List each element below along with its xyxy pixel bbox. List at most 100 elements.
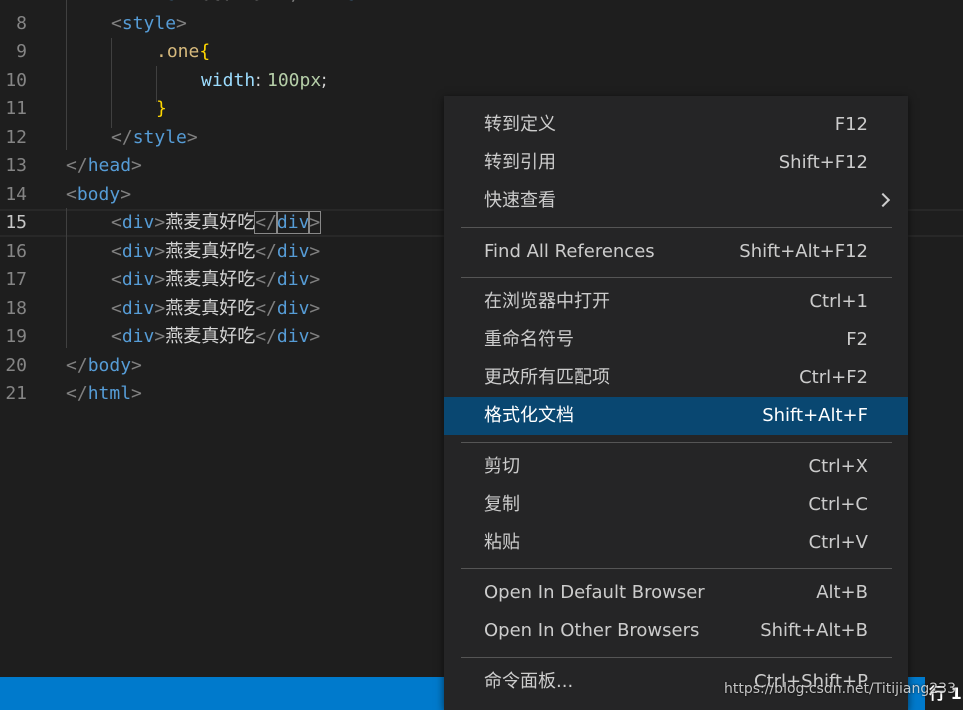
code-token: > [309, 240, 321, 262]
indent-guide [111, 38, 112, 128]
menu-item-shortcut: Shift+Alt+F12 [739, 240, 868, 262]
menu-separator [461, 441, 892, 443]
code-token: Document [187, 0, 280, 5]
code-token: > [309, 297, 321, 319]
code-token: </ [254, 211, 278, 234]
code-token: < [111, 297, 122, 319]
code-text: <div>燕麦真好吃</div> [111, 238, 320, 266]
line-number: 21 [5, 383, 27, 404]
code-token: : [255, 69, 267, 91]
code-token: div [276, 326, 310, 347]
menu-item-shortcut: Ctrl+V [808, 532, 868, 553]
line-number: 12 [5, 126, 27, 148]
menu-item-label: 在浏览器中打开 [484, 290, 610, 312]
indent-guide [66, 208, 67, 348]
code-token: < [111, 12, 122, 34]
menu-item[interactable]: Open In Other Browsers Shift+Alt+B [444, 612, 908, 650]
menu-item[interactable]: 格式化文档 Shift+Alt+F [444, 397, 908, 436]
code-token: </ [255, 297, 277, 319]
code-text: </html> [66, 380, 142, 408]
menu-item[interactable]: 复制 Ctrl+C [444, 486, 908, 524]
watermark: https://blog.csdn.net/Titijiang233 [724, 681, 956, 697]
line-number: 11 [5, 98, 27, 119]
line-number: 10 [5, 69, 27, 91]
code-text: <div>燕麦真好吃</div> [111, 295, 320, 323]
menu-item[interactable]: 在浏览器中打开 Ctrl+1 [444, 283, 908, 321]
line-number: 17 [5, 269, 27, 290]
menu-item-label: 更改所有匹配项 [484, 367, 610, 389]
line-number: 15 [5, 212, 27, 233]
code-token: </ [111, 126, 133, 148]
code-token: > [154, 269, 166, 290]
menu-item-shortcut: F12 [834, 114, 868, 135]
menu-item[interactable]: 快速查看 [444, 182, 908, 220]
menu-separator [461, 226, 892, 228]
menu-item[interactable]: 转到定义 F12 [444, 106, 908, 144]
code-token: < [66, 183, 77, 205]
code-token: div [276, 240, 310, 262]
code-line[interactable]: 10 width: 100px; [0, 67, 963, 95]
code-text: } [156, 95, 167, 123]
code-token: div [276, 297, 310, 319]
menu-item-shortcut: Shift+Alt+B [760, 620, 868, 642]
code-token: div [121, 269, 155, 290]
menu-item[interactable]: 更改所有匹配项 Ctrl+F2 [444, 359, 908, 397]
line-number: 19 [5, 326, 27, 347]
chevron-right-icon [875, 193, 891, 208]
indent-guide [156, 66, 157, 102]
menu-item[interactable]: 重命名符号 F2 [444, 321, 908, 359]
code-token: </ [66, 383, 88, 404]
menu-item-label: 快速查看 [484, 190, 556, 212]
line-number: 18 [5, 297, 27, 319]
code-token: width [201, 69, 256, 91]
code-token: > [154, 297, 166, 319]
code-token: </ [66, 155, 88, 176]
menu-item[interactable]: 粘贴 Ctrl+V [444, 524, 908, 562]
menu-separator [461, 656, 892, 658]
menu-item-label: Open In Other Browsers [484, 620, 700, 642]
code-token: > [356, 0, 367, 5]
menu-separator [461, 568, 892, 570]
code-text: width: 100px; [201, 67, 327, 95]
menu-item-shortcut: Ctrl+1 [809, 290, 868, 312]
code-token: > [154, 212, 166, 233]
menu-item[interactable]: Find All References Shift+Alt+F12 [444, 233, 908, 271]
code-text: </body> [66, 352, 142, 380]
line-number: 13 [5, 155, 27, 176]
code-line[interactable]: 8 <style> [0, 10, 963, 38]
line-number: 16 [5, 240, 27, 262]
code-token: div [121, 326, 155, 347]
code-token: div [121, 212, 155, 233]
code-token: > [154, 326, 166, 347]
menu-item-shortcut: Shift+Alt+F [762, 405, 868, 427]
code-token: > [176, 0, 187, 5]
code-token: < [111, 212, 122, 233]
menu-item[interactable]: 剪切 Ctrl+X [444, 448, 908, 486]
code-line[interactable]: 9 .one{ [0, 38, 963, 66]
code-token: < [111, 326, 122, 347]
line-number: 8 [16, 12, 27, 34]
menu-item[interactable]: Open In Default Browser Alt+B [444, 574, 908, 612]
code-token: style [121, 12, 177, 34]
indent-guide [66, 0, 67, 150]
editor-context-menu[interactable]: 转到定义 F12 转到引用 Shift+F12 快速查看 Find All Referen… [444, 96, 908, 710]
code-text: .one{ [156, 38, 210, 66]
code-text: <div>燕麦真好吃</div> [111, 323, 320, 351]
line-number: 20 [5, 354, 27, 376]
menu-item-label: 剪切 [484, 455, 520, 477]
code-token: </ [280, 0, 302, 5]
code-text: </head> [66, 152, 142, 180]
code-token: ; [321, 69, 328, 91]
code-token: body [87, 354, 132, 376]
menu-item-shortcut: F2 [846, 329, 868, 350]
menu-item[interactable]: 转到引用 Shift+F12 [444, 144, 908, 182]
code-token: html [87, 383, 132, 404]
code-token: > [131, 155, 142, 176]
menu-item-label: 转到引用 [484, 152, 556, 174]
menu-item-shortcut: Shift+F12 [778, 152, 868, 174]
code-text: <div>燕麦真好吃</div> [111, 209, 322, 237]
code-line[interactable]: 7<title>Document</title> [0, 0, 963, 9]
code-token: < [111, 269, 122, 290]
code-token: < [111, 0, 122, 5]
code-token: 燕麦真好吃 [165, 240, 256, 262]
